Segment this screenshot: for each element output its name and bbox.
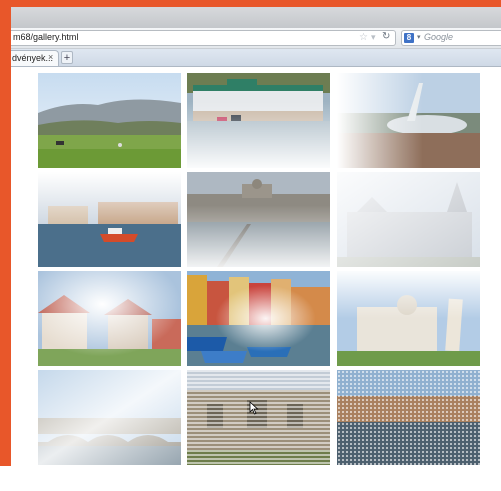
gallery-image-stadium-tower[interactable] <box>337 73 480 168</box>
gallery-image-chateau[interactable] <box>337 172 480 267</box>
gallery-image-harbor-boats[interactable] <box>38 172 181 267</box>
page-bottom <box>0 466 501 491</box>
gallery-image-lakeside-pavilion[interactable] <box>187 73 330 168</box>
tab-gallery[interactable]: dvények... × <box>11 50 59 66</box>
page-content <box>11 67 501 467</box>
window-frame-top <box>0 0 501 7</box>
search-engine-icon[interactable]: 8 <box>404 33 414 43</box>
search-field[interactable]: 8 ▾ Google <box>401 30 501 46</box>
gallery-image-pisa-cathedral[interactable] <box>337 271 480 366</box>
window-frame-left <box>0 0 11 466</box>
gallery-image-river-bridge[interactable] <box>38 370 181 465</box>
reload-icon[interactable]: ↻ <box>382 31 390 42</box>
dropdown-arrow-icon[interactable]: ▾ <box>371 32 376 43</box>
browser-titlebar <box>11 7 501 28</box>
url-field[interactable]: m68/gallery.html ☆ ▾ ↻ <box>11 30 396 46</box>
mouse-cursor-icon <box>249 401 259 415</box>
navigation-bar: m68/gallery.html ☆ ▾ ↻ 8 ▾ Google <box>11 28 501 49</box>
new-tab-button[interactable]: + <box>61 51 73 64</box>
bookmark-star-icon[interactable]: ☆ <box>359 32 368 43</box>
gallery-image-stone-facade[interactable] <box>187 370 330 465</box>
gallery-image-city-bridge[interactable] <box>187 172 330 267</box>
gallery-image-village-houses[interactable] <box>38 271 181 366</box>
tab-bar: dvények... × + <box>11 49 501 67</box>
gallery-image-hills-meadow[interactable] <box>38 73 181 168</box>
search-engine-dropdown-icon[interactable]: ▾ <box>417 33 421 41</box>
url-text: m68/gallery.html <box>13 32 79 42</box>
tab-label: dvények... <box>12 53 54 63</box>
gallery-image-waterfront-town[interactable] <box>337 370 480 465</box>
search-placeholder: Google <box>424 32 454 42</box>
gallery-image-colorful-harbor[interactable] <box>187 271 330 366</box>
tab-close-icon[interactable]: × <box>48 52 53 62</box>
